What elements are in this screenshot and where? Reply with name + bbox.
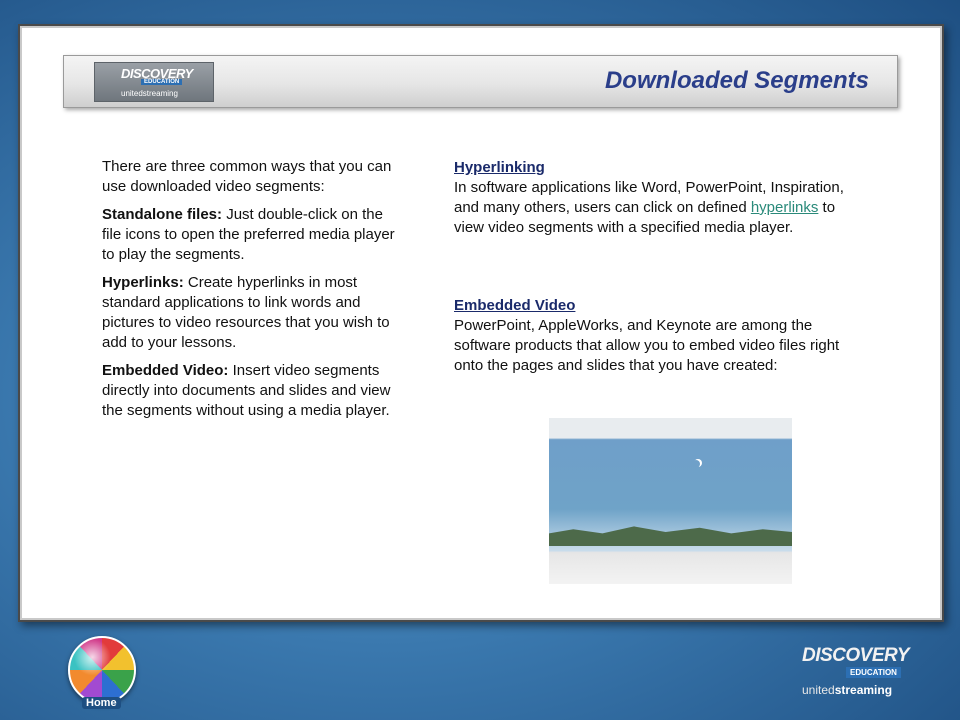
footer-logo-education: EDUCATION: [846, 667, 901, 678]
footer-logo-discovery: DISCOVERY: [802, 645, 910, 666]
method-term: Standalone files:: [102, 206, 223, 223]
header-bar: DISCOVERY EDUCATION unitedstreaming Down…: [63, 55, 898, 108]
embedded-video-heading: Embedded Video: [454, 297, 576, 314]
footer-discovery-logo: DISCOVERY EDUCATION unitedstreaming: [800, 645, 910, 705]
embedded-video-text: PowerPoint, AppleWorks, and Keynote are …: [454, 317, 840, 374]
logo-unitedstreaming-text: unitedstreaming: [121, 89, 178, 98]
intro-paragraph: There are three common ways that you can…: [102, 158, 392, 195]
footer-logo-united: united: [802, 683, 835, 697]
hyperlinking-text: In software applications like Word, Powe…: [454, 178, 849, 238]
page-title: Downloaded Segments: [604, 67, 869, 94]
home-button-label[interactable]: Home: [82, 697, 121, 709]
hills-silhouette: [549, 526, 792, 546]
method-term: Hyperlinks:: [102, 274, 184, 291]
footer-logo-unitedstreaming: unitedstreaming: [802, 683, 892, 697]
method-standalone: Standalone files: Just double-click on t…: [102, 205, 397, 265]
left-column: There are three common ways that you can…: [102, 157, 397, 429]
logo-education-text: EDUCATION: [141, 79, 183, 85]
video-still-image: [549, 418, 792, 584]
home-globe-icon[interactable]: [68, 636, 136, 704]
footer-logo-streaming: streaming: [834, 683, 893, 697]
method-term: Embedded Video:: [102, 362, 229, 379]
method-hyperlinks: Hyperlinks: Create hyperlinks in most st…: [102, 273, 397, 353]
discovery-education-logo: DISCOVERY EDUCATION unitedstreaming: [94, 62, 214, 102]
hyperlinks-link[interactable]: hyperlinks: [751, 199, 819, 216]
moon-icon: [692, 460, 700, 468]
method-embedded: Embedded Video: Insert video segments di…: [102, 361, 397, 421]
hyperlinking-section: Hyperlinking In software applications li…: [454, 158, 849, 238]
embedded-video-section: Embedded Video PowerPoint, AppleWorks, a…: [454, 296, 849, 376]
hyperlinking-heading: Hyperlinking: [454, 159, 545, 176]
